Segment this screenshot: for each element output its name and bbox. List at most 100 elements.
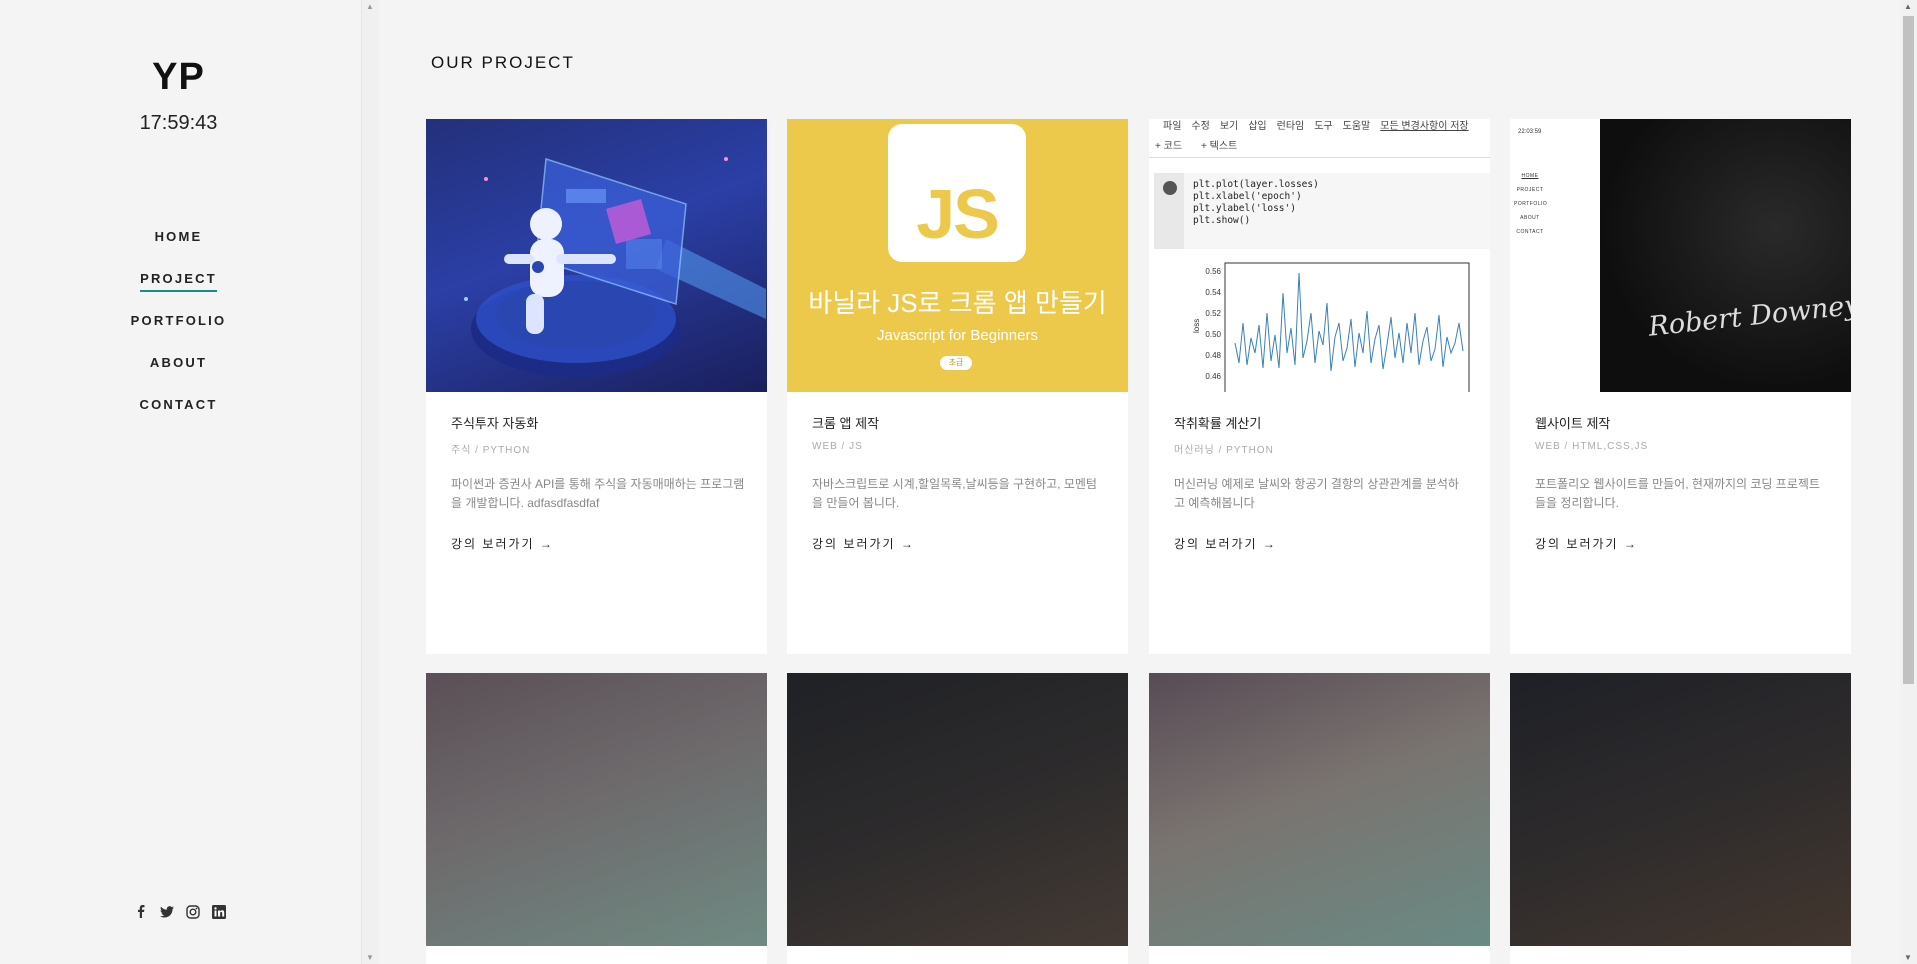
nav-home-label: HOME [154, 229, 203, 244]
toolbar-code: + 코드 [1155, 141, 1183, 152]
project-thumbnail[interactable]: 파일 수정 보기 삽입 런타임 도구 도움말 모든 변경사항이 저장 + 코드 … [1149, 119, 1490, 392]
js-logo: JS [916, 175, 1000, 253]
nav-portfolio-label: PORTFOLIO [130, 313, 227, 328]
view-lecture-label: 강의 보러가기 [451, 537, 535, 551]
menu-item: 파일 [1163, 121, 1182, 132]
signature-text: Robert Downey Jr [1647, 286, 1851, 343]
arrow-right-icon: → [1262, 537, 1277, 551]
social-links [132, 903, 227, 920]
plot-ylabel: loss [1192, 319, 1201, 333]
project-card[interactable] [1149, 673, 1490, 964]
nav-portfolio[interactable]: PORTFOLIO [0, 312, 357, 354]
sidebar: YP 17:59:43 HOME PROJECT PORTFOLIO ABOUT… [0, 0, 361, 964]
nav-contact[interactable]: CONTACT [0, 396, 357, 438]
instagram-icon[interactable] [184, 903, 201, 920]
view-lecture-label: 강의 보러가기 [1174, 537, 1258, 551]
project-title[interactable]: 주식투자 자동화 [451, 413, 538, 432]
view-lecture-link[interactable]: 강의 보러가기 → [1535, 535, 1638, 552]
view-lecture-link[interactable]: 강의 보러가기 → [451, 535, 554, 552]
project-category: 머신러닝 / PYTHON [1174, 445, 1274, 456]
arrow-right-icon: → [539, 537, 554, 551]
mini-nav-item: PROJECT [1516, 187, 1544, 193]
menu-item: 보기 [1219, 121, 1239, 132]
project-card[interactable] [426, 673, 767, 964]
nav-project-label: PROJECT [140, 270, 217, 292]
main-nav: HOME PROJECT PORTFOLIO ABOUT CONTACT [0, 228, 357, 438]
scroll-up-arrow-icon[interactable]: ▲ [366, 2, 374, 11]
nav-about[interactable]: ABOUT [0, 354, 357, 396]
nav-contact-label: CONTACT [139, 397, 218, 412]
colab-toolbar: + 코드 + 텍스트 [1149, 133, 1490, 158]
ytick: 0.48 [1205, 351, 1221, 360]
run-cell-icon [1163, 181, 1177, 195]
project-title[interactable]: 웹사이트 제작 [1535, 413, 1610, 432]
sidebar-scrollbar[interactable]: ▲ ▼ [361, 0, 379, 964]
ytick: 0.46 [1205, 372, 1221, 381]
mini-nav-item: CONTACT [1516, 229, 1544, 235]
ytick: 0.56 [1205, 267, 1221, 276]
main-content: OUR PROJECT 주식투자 자동화 주식 / PYTHON 파이썬과 증권… [378, 0, 1900, 964]
project-card[interactable] [1510, 673, 1851, 964]
menu-item: 도구 [1314, 121, 1333, 132]
loss-plot: 0.56 0.54 0.52 0.50 0.48 0.46 loss [1192, 262, 1470, 392]
facebook-icon[interactable] [132, 903, 149, 920]
robot-trading-illustration [464, 157, 766, 377]
project-card[interactable] [787, 673, 1128, 964]
code-lines: plt.plot(layer.losses) plt.xlabel('epoch… [1193, 179, 1319, 227]
linkedin-icon[interactable] [210, 903, 227, 920]
project-description: 자바스크립트로 시계,할일목록,날씨등을 구현하고, 모멘텀을 만들어 봅니다. [812, 477, 1097, 510]
page-scrollbar[interactable]: ▲ ▼ [1900, 0, 1917, 964]
colab-menu: 파일 수정 보기 삽입 런타임 도구 도움말 모든 변경사항이 저장 [1163, 119, 1469, 132]
view-lecture-link[interactable]: 강의 보러가기 → [1174, 535, 1277, 552]
project-card[interactable]: 22:03:59 HOME PROJECT PORTFOLIO ABOUT CO… [1510, 119, 1851, 654]
ytick: 0.54 [1205, 288, 1221, 297]
arrow-right-icon: → [1623, 537, 1638, 551]
code-cell: plt.plot(layer.losses) plt.xlabel('epoch… [1154, 173, 1490, 249]
thumbnail-headline: 바닐라 JS로 크롬 앱 만들기 [808, 288, 1107, 318]
hero-dark-image: Robert Downey Jr [1600, 119, 1851, 392]
menu-item: 모든 변경사항이 저장 [1380, 121, 1469, 132]
toolbar-text: + 텍스트 [1201, 141, 1238, 152]
scroll-down-arrow-icon[interactable]: ▼ [1904, 953, 1912, 962]
ytick: 0.52 [1205, 309, 1221, 318]
twitter-icon[interactable] [158, 903, 175, 920]
level-badge: 초급 [940, 356, 972, 370]
scrollbar-thumb[interactable] [1903, 16, 1914, 684]
mini-nav-item: HOME [1521, 173, 1539, 179]
nav-project[interactable]: PROJECT [0, 270, 357, 312]
nav-home[interactable]: HOME [0, 228, 357, 270]
project-category: 주식 / PYTHON [451, 445, 531, 456]
project-thumbnail[interactable] [1510, 673, 1851, 946]
project-thumbnail[interactable]: 22:03:59 HOME PROJECT PORTFOLIO ABOUT CO… [1510, 119, 1851, 392]
menu-item: 도움말 [1342, 121, 1371, 132]
project-thumbnail[interactable] [1149, 673, 1490, 946]
scroll-up-arrow-icon[interactable]: ▲ [1904, 2, 1912, 11]
project-thumbnail[interactable]: JS 바닐라 JS로 크롬 앱 만들기 Javascript for Begin… [787, 119, 1128, 392]
project-category: WEB / JS [812, 441, 863, 452]
project-description: 파이썬과 증권사 API를 통해 주식을 자동매매하는 프로그램을 개발합니다.… [451, 477, 745, 510]
project-title[interactable]: 크롬 앱 제작 [812, 413, 879, 432]
project-thumbnail[interactable] [426, 119, 767, 392]
project-category: WEB / HTML,CSS,JS [1535, 441, 1649, 452]
project-description: 포트폴리오 웹사이트를 만들어, 현재까지의 코딩 프로젝트들을 정리합니다. [1535, 477, 1820, 510]
scroll-down-arrow-icon[interactable]: ▼ [366, 953, 374, 962]
project-title[interactable]: 작취확률 계산기 [1174, 413, 1261, 432]
project-thumbnail[interactable] [787, 673, 1128, 946]
section-title: OUR PROJECT [431, 53, 575, 72]
arrow-right-icon: → [900, 537, 915, 551]
mini-nav-item: PORTFOLIO [1514, 201, 1548, 207]
code-line: plt.show() [1193, 215, 1251, 226]
mini-clock: 22:03:59 [1518, 129, 1542, 135]
project-card[interactable]: JS 바닐라 JS로 크롬 앱 만들기 Javascript for Begin… [787, 119, 1128, 654]
js-logo-box: JS [888, 124, 1026, 262]
project-thumbnail[interactable] [426, 673, 767, 946]
mini-nav: HOME PROJECT PORTFOLIO ABOUT CONTACT [1514, 169, 1548, 239]
project-card[interactable]: 파일 수정 보기 삽입 런타임 도구 도움말 모든 변경사항이 저장 + 코드 … [1149, 119, 1490, 654]
project-card[interactable]: 주식투자 자동화 주식 / PYTHON 파이썬과 증권사 API를 통해 주식… [426, 119, 767, 654]
mini-nav-item: ABOUT [1520, 215, 1540, 221]
view-lecture-label: 강의 보러가기 [812, 537, 896, 551]
view-lecture-link[interactable]: 강의 보러가기 → [812, 535, 915, 552]
code-line: plt.ylabel('loss') [1193, 203, 1296, 214]
ytick: 0.50 [1205, 330, 1221, 339]
site-logo[interactable]: YP [0, 56, 357, 99]
